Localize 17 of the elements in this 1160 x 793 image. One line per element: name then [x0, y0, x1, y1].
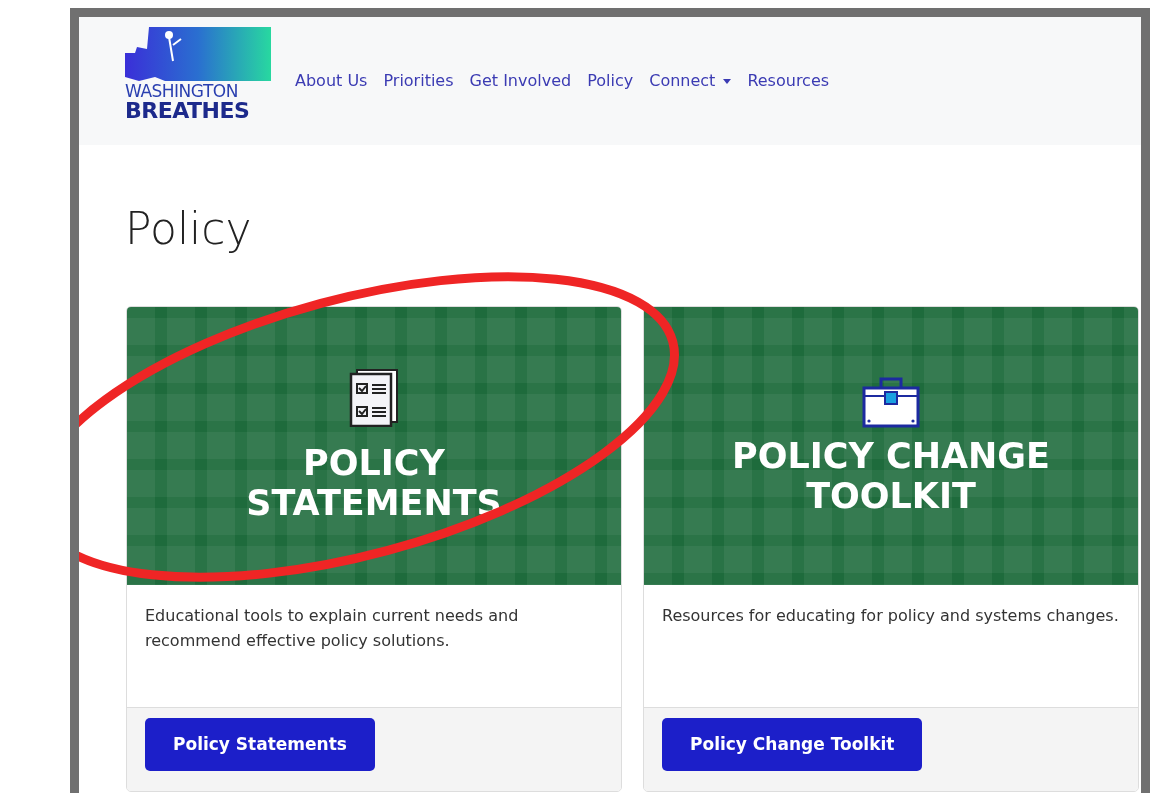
logo-text: WASHINGTON	[125, 83, 239, 100]
card-description: Resources for educating for policy and systems changes.	[661, 604, 1120, 627]
nav-link[interactable]: Policy	[587, 69, 634, 93]
card-button[interactable]: Policy Change Toolkit	[662, 717, 923, 772]
banner-title: POLICY STATEMENTS	[246, 442, 502, 524]
nav-link[interactable]: About Us	[295, 69, 368, 93]
nav-link[interactable]: Get Involved	[469, 69, 572, 93]
page-heading: Policy	[125, 203, 253, 256]
toolbox-icon	[862, 375, 920, 428]
card-button[interactable]: Policy Statements	[145, 717, 375, 772]
logo-text: BREATHES	[125, 100, 251, 122]
nav-link[interactable]: Resources	[747, 69, 830, 93]
nav-dropdown[interactable]: Connect	[649, 69, 732, 93]
document-checklist-icon	[349, 368, 399, 427]
card-description: Educational tools to explain current needs and recommend effective policy solutions.	[144, 604, 520, 653]
banner-title: POLICY CHANGE TOOLKIT	[732, 435, 1050, 517]
nav-link[interactable]: Priorities	[383, 69, 454, 93]
